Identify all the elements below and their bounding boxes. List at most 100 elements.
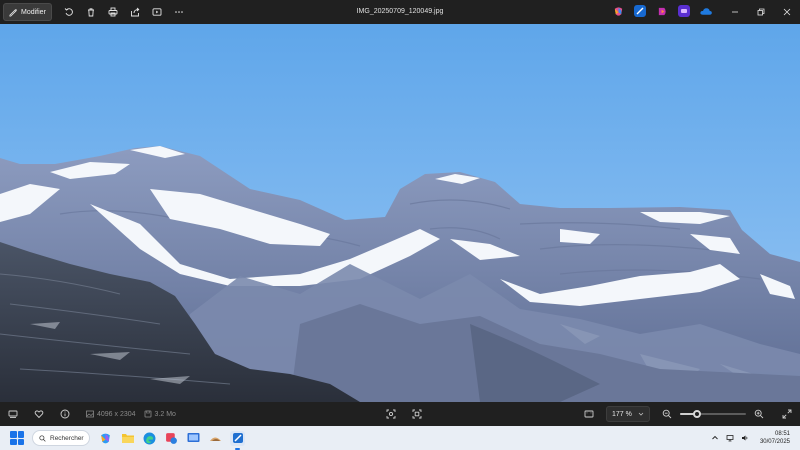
photo-editor-button[interactable] [208,431,223,446]
snipping-tool-button[interactable] [164,431,179,446]
slideshow-button[interactable] [146,3,168,21]
minimize-button[interactable] [722,0,748,24]
volume-icon[interactable] [741,434,749,442]
zoom-tools: 177 % [576,402,800,426]
more-button[interactable] [168,3,190,21]
zoom-value: 177 % [612,410,632,418]
pinned-apps [612,5,712,17]
favorite-button[interactable] [26,402,52,426]
windows-logo-icon [17,431,24,438]
clipchamp-button[interactable] [634,5,646,17]
info-icon [60,409,70,419]
media-app-button[interactable] [186,431,201,446]
image-dimensions: 4096 x 2304 [86,410,136,418]
scan-button[interactable] [404,402,430,426]
snipping-tool-icon [166,432,177,444]
file-size-text: 3.2 Mo [154,410,176,418]
taskbar-search[interactable]: Rechercher [32,430,90,446]
clock-time: 08:51 [774,431,790,437]
windows-logo-icon [10,431,17,438]
zoom-out-button[interactable] [658,402,676,426]
print-button[interactable] [102,3,124,21]
fullscreen-button[interactable] [774,402,800,426]
onedrive-icon [700,7,712,15]
network-icon[interactable] [726,434,734,442]
zoom-out-icon [662,409,672,419]
photo-editor-icon [210,437,221,441]
filmstrip-icon [8,410,18,418]
dimensions-text: 4096 x 2304 [97,410,136,418]
close-icon [783,8,791,16]
copilot-app-button[interactable] [98,431,113,446]
edit-button-label: Modifier [21,8,46,16]
zoom-slider[interactable] [680,402,746,426]
share-button[interactable] [124,3,146,21]
edit-icon [9,8,17,17]
designer-icon [658,7,666,15]
heart-icon [34,410,44,419]
chevron-up-icon[interactable] [711,434,719,442]
visual-search-button[interactable] [378,402,404,426]
taskbar-clock[interactable]: 08:51 30/07/2025 [760,430,790,446]
clipchamp-icon [636,7,644,15]
photos-icon [232,433,243,443]
file-explorer-icon [121,434,134,443]
bottom-status-bar: 4096 x 2304 3.2 Mo 177 % [0,402,800,426]
fullscreen-icon [782,409,792,419]
windows-taskbar: Rechercher 08:51 30/07/2025 [0,426,800,450]
onedrive-button[interactable] [700,5,712,17]
photos-app-button[interactable] [230,430,245,450]
file-size: 3.2 Mo [144,410,176,418]
restore-button[interactable] [748,0,774,24]
zoom-in-button[interactable] [750,402,768,426]
windows-logo-icon [10,438,17,445]
edge-button[interactable] [142,431,157,446]
clock-date: 30/07/2025 [759,439,790,445]
zoom-in-icon [754,409,764,419]
zoom-slider-thumb[interactable] [692,410,701,418]
scan-text-icon [412,409,422,419]
restore-icon [757,8,765,16]
copilot-button[interactable] [612,5,624,17]
taskbar-apps [98,430,245,450]
edge-icon [143,432,156,444]
visual-search-icon [386,409,396,419]
fit-to-window-button[interactable] [576,402,602,426]
window-controls [722,0,800,24]
fit-window-icon [584,410,594,418]
view-tools [378,402,430,426]
edit-button[interactable]: Modifier [3,3,52,21]
delete-icon [87,8,94,17]
photoshop-express-icon [681,9,687,13]
copilot-app-icon [101,433,110,443]
windows-logo-icon [17,438,24,445]
filmstrip-button[interactable] [0,402,26,426]
zoom-dropdown[interactable]: 177 % [606,406,650,422]
minimize-icon [732,11,738,13]
top-toolbar: Modifier IMG_20250709_120049.jpg [0,0,800,24]
start-button[interactable] [10,431,24,445]
close-button[interactable] [774,0,800,24]
photo-viewer-image[interactable] [0,24,800,402]
photoshop-express-button[interactable] [678,5,690,17]
chevron-down-icon [638,412,644,416]
file-explorer-button[interactable] [120,431,135,446]
delete-button[interactable] [80,3,102,21]
more-icon [175,11,183,13]
mountain-photo [0,24,800,402]
disk-icon [144,410,151,418]
share-icon [130,7,140,17]
photos-app-window: Modifier IMG_20250709_120049.jpg 4096 x … [0,0,800,450]
search-label: Rechercher [50,434,84,442]
image-icon [86,410,94,418]
print-icon [108,7,118,17]
file-info-button[interactable] [52,402,78,426]
media-icon [187,433,200,442]
rotate-button[interactable] [58,3,80,21]
designer-button[interactable] [656,5,668,17]
slideshow-icon [152,8,162,16]
copilot-icon [614,6,622,16]
system-tray: 08:51 30/07/2025 [711,426,800,450]
rotate-icon [64,8,73,16]
search-icon [39,434,46,442]
